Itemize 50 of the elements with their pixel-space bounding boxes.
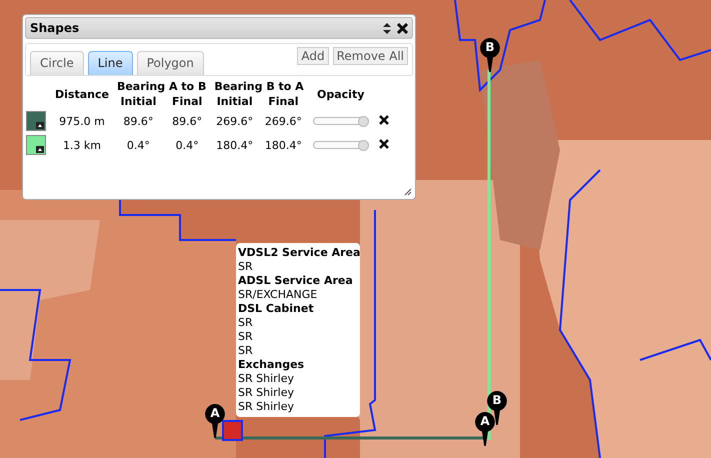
slider-thumb[interactable] — [358, 116, 369, 127]
color-swatch[interactable] — [26, 111, 46, 131]
map-pin[interactable]: A — [205, 404, 225, 438]
table-cell-text: 269.6° — [215, 114, 254, 130]
delete-icon[interactable] — [378, 114, 389, 124]
shape-tab[interactable]: Line — [88, 51, 133, 75]
popup-value: SR Shirley — [238, 386, 295, 400]
popup-value: SR Shirley — [238, 372, 295, 386]
opacity-slider[interactable] — [312, 141, 369, 149]
delete-icon[interactable] — [378, 138, 389, 148]
table-cell-text: 0.4° — [126, 138, 151, 154]
panel-title: Shapes — [30, 21, 80, 35]
panel-button[interactable]: Add — [297, 47, 329, 65]
column-header: Distance — [54, 86, 110, 102]
column-header: Bearing B to A — [213, 79, 305, 94]
resize-grip-icon[interactable] — [404, 188, 412, 196]
column-header: Final — [267, 94, 300, 109]
popup-value: SR — [238, 260, 254, 274]
sort-arrows-icon[interactable] — [383, 22, 391, 34]
slider-thumb[interactable] — [358, 140, 369, 151]
table-cell-text: 180.4° — [215, 138, 254, 154]
table-cell-text: 0.4° — [174, 138, 200, 154]
popup-value: SR — [238, 316, 254, 330]
close-icon[interactable] — [397, 22, 408, 34]
color-swatch[interactable] — [26, 135, 46, 155]
popup-value: SR — [238, 344, 254, 358]
table-cell-text: 1.3 km — [62, 138, 102, 154]
popup-heading: ADSL Service Area — [238, 274, 354, 288]
popup-heading: VDSL2 Service Area — [238, 246, 360, 260]
table-cell-text: 89.6° — [122, 114, 154, 130]
shape-tab[interactable]: Circle — [30, 51, 84, 75]
popup-value: SR/EXCHANGE — [238, 288, 318, 302]
shape-tab[interactable]: Polygon — [136, 51, 204, 75]
panel-button[interactable]: Remove All — [332, 47, 408, 65]
column-header: Initial — [216, 94, 254, 109]
column-header: Bearing A to B — [116, 79, 208, 94]
map-pin[interactable]: A — [475, 412, 495, 446]
popup-value: SR Shirley — [238, 400, 295, 414]
opacity-slider[interactable] — [312, 117, 369, 125]
table-cell-text: 89.6° — [171, 114, 204, 130]
popup-heading: DSL Cabinet — [238, 302, 315, 316]
table-cell-text: 269.6° — [264, 114, 303, 130]
table-cell-text: 180.4° — [264, 138, 303, 154]
popup-value: SR — [238, 330, 254, 344]
column-header: Opacity — [316, 86, 366, 102]
column-header: Initial — [119, 94, 158, 109]
column-header: Final — [170, 94, 204, 109]
map-pin[interactable]: B — [480, 38, 500, 72]
popup-heading: Exchanges — [238, 358, 306, 372]
table-cell-text: 975.0 m — [58, 114, 106, 130]
